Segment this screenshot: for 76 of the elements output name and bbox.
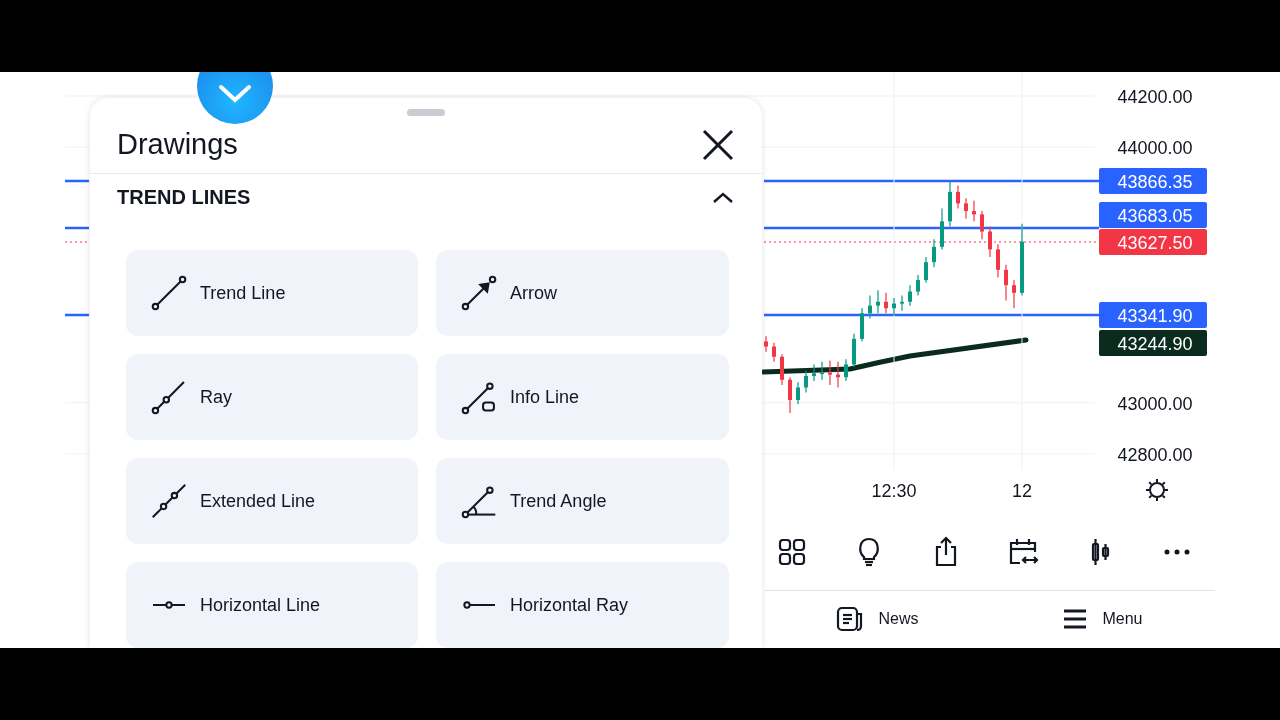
chevron-down-icon xyxy=(217,83,253,105)
price-level-line[interactable] xyxy=(764,226,1099,230)
close-button[interactable] xyxy=(701,127,735,162)
section-header[interactable]: TREND LINES xyxy=(90,173,762,222)
candle xyxy=(956,184,960,210)
price-label: 43627.50 xyxy=(1099,229,1207,255)
candle xyxy=(924,256,928,284)
menu-tab[interactable]: Menu xyxy=(990,602,1215,636)
time-label: 12:30 xyxy=(871,481,917,501)
candle xyxy=(972,200,976,222)
newspaper-icon xyxy=(836,606,865,632)
drag-handle[interactable] xyxy=(407,109,445,117)
drawing-tool-button[interactable]: Arrow xyxy=(436,250,729,336)
drawing-tool-button[interactable]: Info Line xyxy=(436,354,729,440)
candle xyxy=(964,197,968,220)
candle xyxy=(852,333,856,368)
price-tick: 44000.00 xyxy=(1117,138,1193,159)
candle xyxy=(780,353,784,386)
price-tick: 42800.00 xyxy=(1117,444,1193,465)
arrow-tool-icon xyxy=(460,274,498,312)
drawing-tool-button[interactable]: Extended Line xyxy=(126,458,418,544)
price-level-line[interactable] xyxy=(65,313,89,317)
candle xyxy=(860,307,864,343)
drawing-tool-button[interactable]: Trend Angle xyxy=(436,458,729,544)
candle xyxy=(876,289,880,314)
candle xyxy=(988,225,992,258)
hline-tool-icon xyxy=(150,601,188,609)
close-icon xyxy=(701,127,735,162)
candle xyxy=(764,335,768,353)
news-tab[interactable]: News xyxy=(765,602,990,636)
price-level-line[interactable] xyxy=(764,179,1099,183)
drawing-tool-button[interactable]: Trend Line xyxy=(126,250,418,336)
settings-icon[interactable] xyxy=(1145,478,1169,502)
trend-tool-icon xyxy=(150,274,188,312)
candle xyxy=(836,361,840,389)
candle xyxy=(804,370,808,394)
more-icon xyxy=(1163,549,1191,555)
candle xyxy=(844,358,848,382)
candle xyxy=(820,361,824,381)
price-tick: 43000.00 xyxy=(1117,393,1193,414)
candle xyxy=(772,342,776,363)
candle xyxy=(916,274,920,296)
extended-tool-icon xyxy=(150,482,188,520)
candle xyxy=(892,297,896,317)
candle xyxy=(948,179,952,227)
candle xyxy=(900,294,904,312)
menu-icon xyxy=(1062,608,1089,630)
candle xyxy=(1004,264,1008,302)
price-label: 43341.90 xyxy=(1099,302,1207,328)
candle xyxy=(788,376,792,414)
drawing-tool-button[interactable]: Ray xyxy=(126,354,418,440)
price-label: 43866.35 xyxy=(1099,168,1207,194)
candle xyxy=(796,381,800,405)
candle xyxy=(908,284,912,307)
candle xyxy=(828,360,832,386)
grid-icon xyxy=(776,536,808,568)
candle xyxy=(812,363,816,382)
time-label: 12 xyxy=(1012,481,1032,501)
caret-up-icon xyxy=(712,190,734,205)
price-label: 43244.90 xyxy=(1099,330,1207,356)
candle xyxy=(932,238,936,268)
price-level-line[interactable] xyxy=(764,313,1099,317)
price-tick: 44200.00 xyxy=(1117,87,1193,108)
candle xyxy=(996,243,1000,279)
price-level-line[interactable] xyxy=(65,179,89,183)
candle xyxy=(940,207,944,250)
hray-tool-icon xyxy=(460,601,498,609)
panel-title: Drawings xyxy=(117,128,238,162)
price-label: 43683.05 xyxy=(1099,202,1207,228)
candle xyxy=(884,292,888,314)
drawing-tool-button[interactable]: Horizontal Line xyxy=(126,562,418,648)
candle xyxy=(980,210,984,240)
candle xyxy=(1012,279,1016,309)
price-level-line[interactable] xyxy=(65,226,89,230)
drawing-tool-button[interactable]: Horizontal Ray xyxy=(436,562,729,648)
candle xyxy=(868,294,872,320)
